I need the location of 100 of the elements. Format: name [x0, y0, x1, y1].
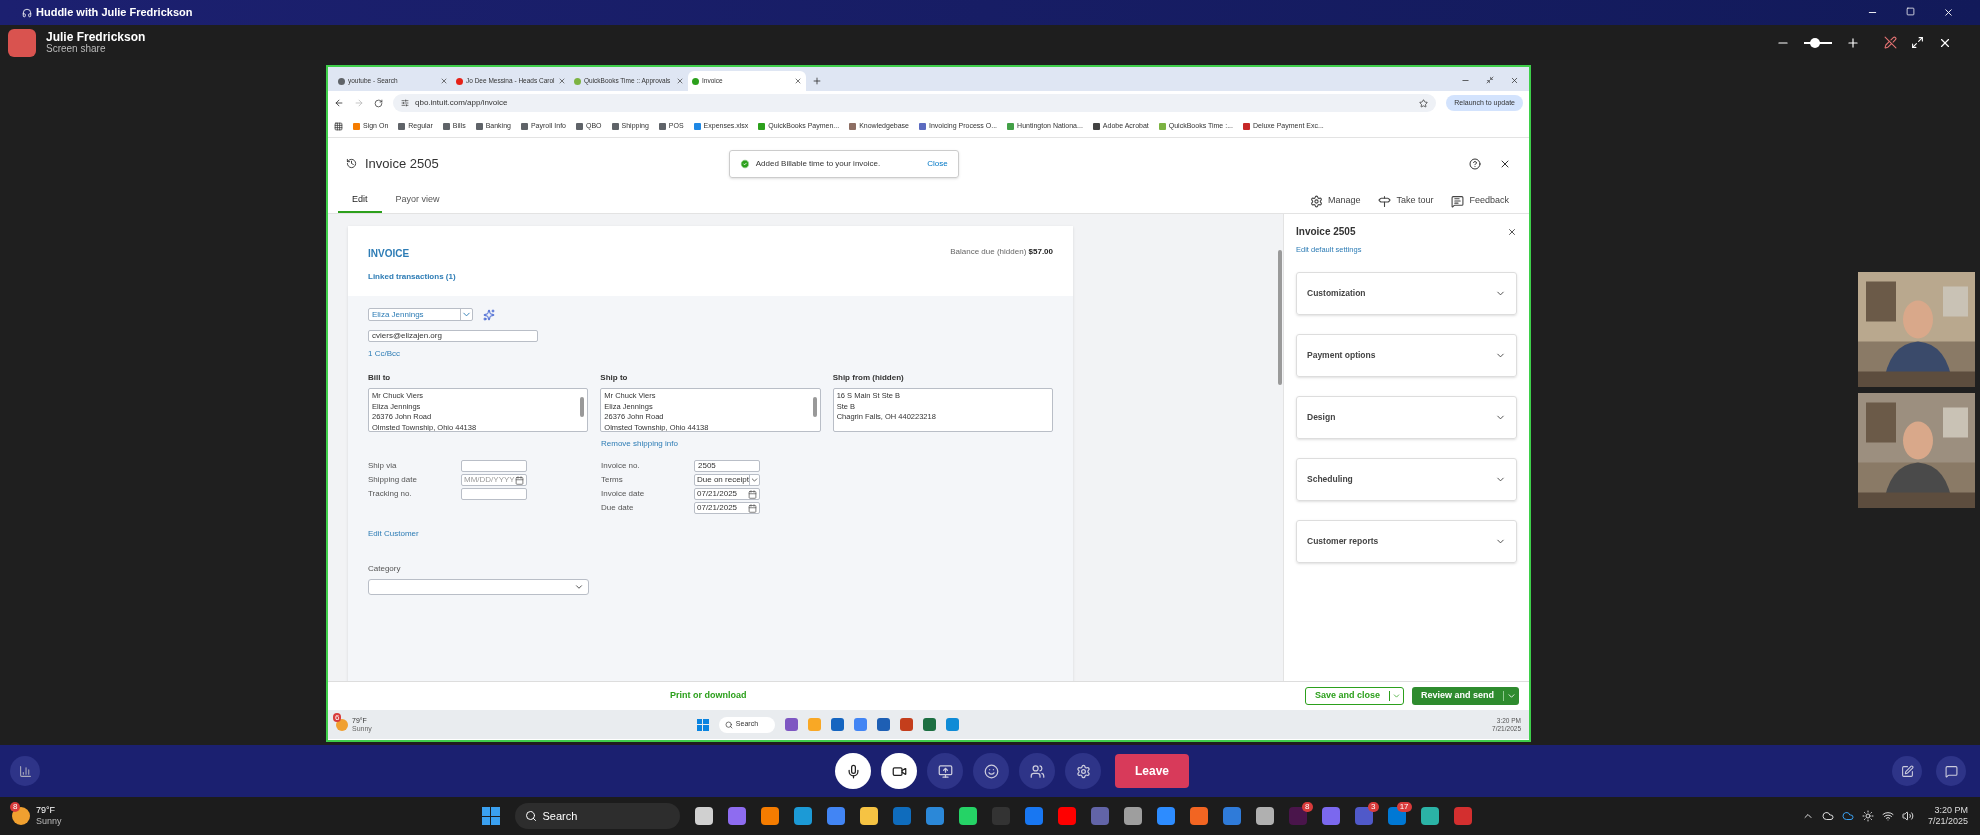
bookmark-star-icon[interactable] — [1419, 98, 1429, 108]
invoice-heading: INVOICE — [368, 247, 411, 261]
close-icon[interactable] — [1943, 7, 1954, 18]
chat-button[interactable] — [1936, 756, 1966, 786]
mic-button[interactable] — [835, 753, 871, 789]
zoom-slider[interactable] — [1804, 37, 1832, 48]
presenter-name: Julie Fredrickson — [46, 30, 146, 43]
close-tab-icon[interactable] — [676, 77, 684, 85]
start-icon[interactable] — [481, 807, 500, 825]
close-icon[interactable] — [1507, 226, 1517, 237]
view-tab[interactable]: Payor view — [381, 189, 454, 213]
app-icon[interactable] — [958, 807, 977, 825]
settings-button[interactable] — [1065, 753, 1101, 789]
toolbar-button[interactable]: Feedback — [1451, 194, 1509, 208]
screen-share-icon — [937, 763, 953, 779]
start-icon[interactable] — [696, 718, 709, 731]
accordion-section[interactable]: Design — [1296, 396, 1517, 440]
apps-icon[interactable] — [334, 121, 343, 131]
sun-icon[interactable] — [1861, 810, 1874, 822]
history-icon[interactable] — [346, 158, 357, 169]
app-icon[interactable] — [793, 807, 812, 825]
stats-button[interactable] — [10, 756, 40, 786]
address-label: Ship to — [600, 372, 629, 384]
help-icon[interactable] — [1469, 157, 1481, 170]
app-icon[interactable] — [876, 718, 890, 731]
app-icon[interactable] — [727, 807, 746, 825]
notes-icon — [1900, 764, 1914, 778]
cloud-icon[interactable] — [1841, 810, 1854, 822]
app-icon[interactable] — [826, 807, 845, 825]
microphone-icon — [845, 763, 861, 779]
toolbar-button[interactable]: Take tour — [1378, 194, 1434, 208]
linked-transactions-link[interactable]: Linked transactions (1) — [368, 271, 456, 283]
accordion-section[interactable]: Scheduling — [1296, 458, 1517, 502]
invoice-title: Invoice 2505 — [365, 154, 439, 173]
avatar — [8, 28, 36, 57]
zoom-in-icon[interactable] — [1846, 35, 1860, 50]
edit-customer-link[interactable]: Edit Customer — [368, 528, 1053, 540]
field-label: Shipping date — [368, 474, 418, 486]
app-icon[interactable] — [925, 807, 944, 825]
window-title: Huddle with Julie Fredrickson — [36, 5, 193, 21]
leave-button[interactable]: Leave — [1115, 754, 1190, 788]
field-label: Ship via — [368, 460, 398, 472]
accordion-section[interactable]: Customization — [1296, 272, 1517, 316]
wifi-icon[interactable] — [1881, 810, 1894, 822]
customer-select[interactable]: Eliza Jennings — [368, 308, 473, 321]
back-icon[interactable] — [334, 98, 344, 108]
restore-icon[interactable] — [1486, 76, 1494, 84]
new-tab-icon[interactable] — [812, 76, 822, 86]
address-bar[interactable]: qbo.intuit.com/app/invoice — [393, 94, 1437, 112]
save-and-close-button[interactable]: Save and close — [1304, 687, 1404, 705]
app-icon[interactable] — [760, 807, 779, 825]
annotation-off-icon[interactable] — [1884, 36, 1897, 49]
search-box[interactable]: Search — [514, 803, 680, 829]
app-icon[interactable] — [922, 718, 936, 731]
app-icon[interactable] — [830, 718, 844, 731]
volume-icon[interactable] — [1901, 810, 1914, 822]
maximize-icon[interactable] — [1906, 7, 1915, 16]
site-settings-icon[interactable] — [401, 99, 409, 107]
people-button[interactable] — [1019, 753, 1055, 789]
video-button[interactable] — [881, 753, 917, 789]
reload-icon[interactable] — [374, 98, 383, 108]
app-icon[interactable] — [1420, 807, 1439, 825]
feedback-icon — [1451, 194, 1465, 208]
field-label: Tracking no. — [368, 488, 413, 500]
reactions-button[interactable] — [973, 753, 1009, 789]
app-icon[interactable] — [1255, 807, 1274, 825]
share-screen-button[interactable] — [927, 753, 963, 789]
gear-icon — [1309, 194, 1323, 208]
review-and-send-button[interactable]: Review and send — [1411, 687, 1519, 705]
headphones-icon — [22, 7, 32, 18]
app-icon[interactable] — [859, 807, 878, 825]
app-icon[interactable] — [694, 807, 713, 825]
calendar-icon — [748, 489, 757, 499]
cloud-icon[interactable] — [1821, 810, 1834, 822]
text-field[interactable]: 2505 — [694, 460, 760, 472]
notes-button[interactable] — [1892, 756, 1922, 786]
app-icon[interactable] — [1156, 807, 1175, 825]
print-download-link[interactable]: Print or download — [670, 689, 747, 703]
remove-shipping-link[interactable]: Remove shipping info — [601, 438, 1053, 450]
address-label: Bill to — [368, 372, 392, 384]
terms-select[interactable]: Due on receipt — [694, 474, 760, 486]
app-icon[interactable] — [1123, 807, 1142, 825]
app-icon[interactable] — [1189, 807, 1208, 825]
close-tab-icon[interactable] — [794, 77, 802, 85]
email-field[interactable]: cviers@elizajen.org — [368, 330, 538, 342]
accordion-section[interactable]: Customer reports — [1296, 520, 1517, 564]
close-tab-icon[interactable] — [440, 77, 448, 85]
field-label: Invoice date — [601, 488, 646, 500]
close-tab-icon[interactable] — [558, 77, 566, 85]
date-field[interactable]: 07/21/2025 — [694, 488, 760, 500]
text-field[interactable] — [461, 488, 527, 500]
date-field[interactable]: 07/21/2025 — [694, 502, 760, 514]
accordion-section[interactable]: Payment options — [1296, 334, 1517, 378]
toolbar-button[interactable]: Manage — [1309, 194, 1361, 208]
cc-bcc-link[interactable]: 1 Cc/Bcc — [368, 348, 1053, 360]
scrollbar — [580, 397, 585, 417]
text-field[interactable] — [461, 460, 527, 472]
app-icon[interactable] — [1387, 807, 1406, 825]
fullscreen-icon[interactable] — [1911, 36, 1924, 49]
toast-close-link[interactable]: Close — [927, 157, 948, 170]
